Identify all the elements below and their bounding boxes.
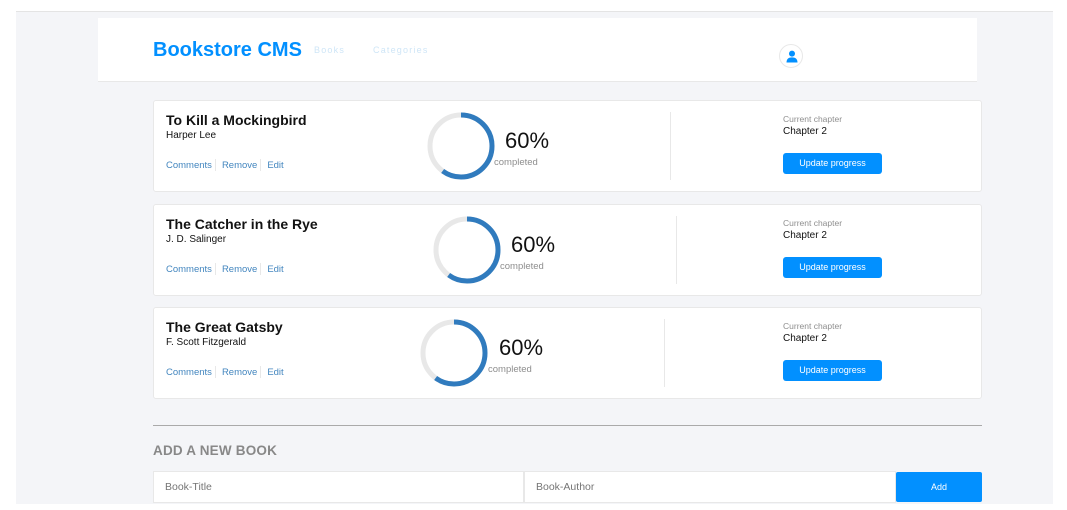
progress-label: completed [500, 261, 544, 272]
remove-button[interactable]: Remove [222, 367, 257, 378]
user-icon [786, 50, 798, 63]
action-divider [214, 159, 216, 171]
nav-categories[interactable]: Categories [373, 45, 429, 55]
app-frame: Bookstore CMS Books Categories To Kill a… [16, 11, 1053, 504]
book-author: J. D. Salinger [166, 234, 227, 245]
action-divider [214, 366, 216, 378]
action-divider [260, 263, 262, 275]
progress-label: completed [494, 157, 538, 168]
current-chapter-value: Chapter 2 [783, 333, 827, 344]
current-chapter-label: Current chapter [783, 218, 843, 228]
progress-ring [433, 216, 501, 284]
current-chapter-value: Chapter 2 [783, 126, 827, 137]
book-actions: Comments Remove Edit [166, 263, 284, 275]
action-divider [260, 159, 262, 171]
edit-button[interactable]: Edit [267, 264, 283, 275]
book-title: To Kill a Mockingbird [166, 112, 307, 128]
progress-percent: 60% [499, 335, 544, 360]
remove-button[interactable]: Remove [222, 264, 257, 275]
app-header: Bookstore CMS Books Categories [98, 18, 977, 82]
card-divider [664, 319, 665, 387]
edit-button[interactable]: Edit [267, 367, 283, 378]
add-book-heading: ADD A NEW BOOK [153, 443, 278, 458]
book-title: The Great Gatsby [166, 319, 283, 335]
app-logo[interactable]: Bookstore CMS [153, 39, 302, 62]
book-author: F. Scott Fitzgerald [166, 337, 247, 348]
section-divider [153, 425, 982, 426]
book-title-input[interactable] [153, 471, 524, 503]
update-progress-button[interactable]: Update progress [783, 153, 882, 174]
progress-percent: 60% [505, 128, 550, 153]
book-author: Harper Lee [166, 130, 217, 141]
card-divider [670, 112, 671, 180]
card-divider [676, 216, 677, 284]
action-divider [214, 263, 216, 275]
comments-button[interactable]: Comments [166, 367, 212, 378]
book-actions: Comments Remove Edit [166, 366, 284, 378]
progress-label: completed [488, 364, 532, 375]
current-chapter-label: Current chapter [783, 321, 843, 331]
update-progress-button[interactable]: Update progress [783, 257, 882, 278]
comments-button[interactable]: Comments [166, 264, 212, 275]
book-card: To Kill a Mockingbird Harper Lee Comment… [153, 100, 982, 192]
add-book-button[interactable]: Add [896, 472, 982, 502]
action-divider [260, 366, 262, 378]
nav-books[interactable]: Books [314, 45, 345, 55]
progress-ring [420, 319, 488, 387]
comments-button[interactable]: Comments [166, 160, 212, 171]
progress-percent: 60% [511, 232, 556, 257]
book-card: The Great Gatsby F. Scott Fitzgerald Com… [153, 307, 982, 399]
current-chapter-label: Current chapter [783, 114, 843, 124]
update-progress-button[interactable]: Update progress [783, 360, 882, 381]
book-card: The Catcher in the Rye J. D. Salinger Co… [153, 204, 982, 296]
edit-button[interactable]: Edit [267, 160, 283, 171]
book-actions: Comments Remove Edit [166, 159, 284, 171]
book-author-input[interactable] [524, 471, 896, 503]
user-button[interactable] [779, 44, 803, 68]
book-title: The Catcher in the Rye [166, 216, 318, 232]
progress-ring [427, 112, 495, 180]
current-chapter-value: Chapter 2 [783, 230, 827, 241]
remove-button[interactable]: Remove [222, 160, 257, 171]
